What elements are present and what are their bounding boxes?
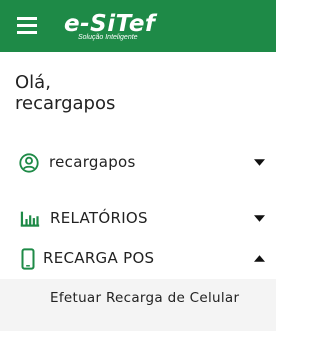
hamburger-menu-icon[interactable] — [17, 17, 37, 34]
menu-item-reports[interactable]: RELATÓRIOS — [0, 201, 276, 235]
menu-item-user[interactable]: recargapos — [0, 145, 276, 179]
menu-item-user-label: recargapos — [49, 153, 136, 171]
chevron-up-icon — [254, 255, 265, 262]
bar-chart-icon — [20, 211, 40, 227]
logo-tagline: Solução Inteligente — [78, 34, 138, 41]
submenu-item-efetuar-recarga[interactable]: Efetuar Recarga de Celular — [50, 290, 260, 306]
recarga-pos-submenu: Efetuar Recarga de Celular — [0, 279, 276, 331]
user-greeting: Olá, recargapos — [15, 72, 265, 114]
smartphone-icon — [21, 248, 35, 270]
menu-item-recarga-pos-label: RECARGA POS — [43, 249, 155, 267]
greeting-username: recargapos — [15, 93, 116, 114]
menu-item-reports-label: RELATÓRIOS — [50, 209, 148, 227]
account-circle-icon — [19, 153, 39, 173]
app-header: e-SiTef Solução Inteligente — [0, 0, 276, 52]
app-logo: e-SiTef Solução Inteligente — [64, 10, 170, 46]
menu-item-recarga-pos[interactable]: RECARGA POS — [0, 241, 276, 275]
greeting-salutation: Olá, — [15, 72, 51, 93]
chevron-down-icon — [254, 215, 265, 222]
chevron-down-icon — [254, 159, 265, 166]
